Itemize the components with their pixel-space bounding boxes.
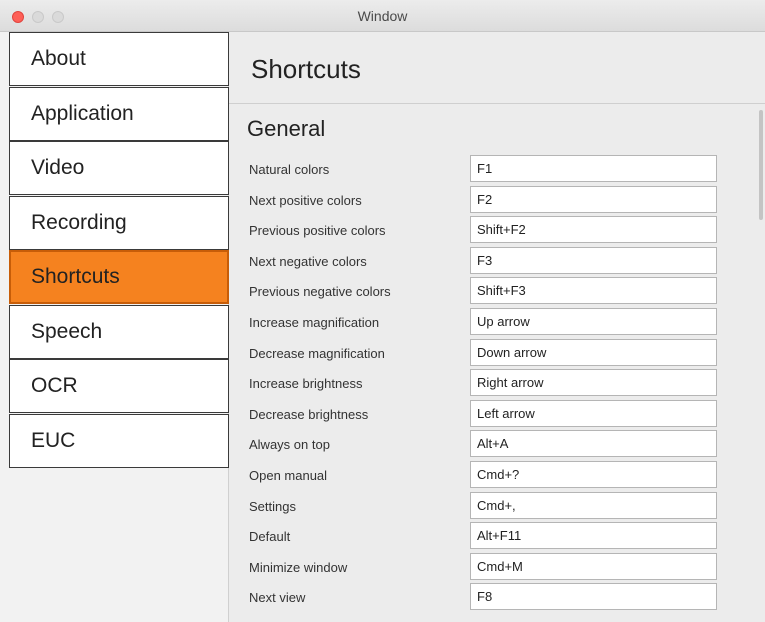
shortcut-row: Always on top (229, 430, 765, 460)
shortcut-key-field[interactable] (470, 399, 717, 427)
shortcut-key-field[interactable] (470, 277, 717, 305)
shortcut-label: Default (249, 529, 291, 545)
shortcut-label: Previous negative colors (249, 284, 391, 300)
shortcut-label: Settings (249, 498, 296, 514)
shortcut-row: Previous negative colors (229, 277, 765, 307)
shortcut-label: Natural colors (249, 162, 330, 177)
main-panel: Shortcuts General Natural colors Next pos… (229, 32, 765, 622)
shortcut-row: Default (229, 522, 765, 552)
sidebar-item-euc[interactable]: EUC (9, 413, 229, 468)
shortcut-label: Previous positive colors (249, 223, 386, 239)
shortcut-key-field[interactable] (470, 461, 717, 488)
shortcut-key-field[interactable] (470, 155, 717, 182)
sidebar-item-shortcuts[interactable]: Shortcuts (9, 250, 229, 304)
shortcut-row: Natural colors (229, 155, 765, 185)
shortcut-key-field[interactable] (470, 491, 717, 519)
page-title: Shortcuts (251, 54, 361, 84)
shortcut-label: Increase magnification (249, 315, 380, 330)
sidebar-item-video[interactable]: Video (9, 141, 229, 195)
title-bar: Window (0, 0, 765, 32)
sidebar-item-speech[interactable]: Speech (9, 304, 229, 359)
shortcut-key-field[interactable] (470, 522, 717, 550)
shortcut-row: Minimize window (229, 552, 765, 583)
shortcut-row: Next positive colors (229, 185, 765, 216)
shortcut-label: Decrease magnification (249, 345, 385, 361)
sidebar-item-application[interactable]: Application (9, 86, 229, 141)
shortcut-key-field[interactable] (470, 216, 717, 244)
page-header: Shortcuts (229, 32, 765, 104)
sidebar-item-ocr[interactable]: OCR (9, 359, 229, 413)
window-title: Window (357, 8, 408, 24)
sidebar-item-recording[interactable]: Recording (9, 195, 229, 250)
shortcut-row: Open manual (229, 461, 765, 491)
shortcut-label: Always on top (249, 437, 330, 453)
shortcut-key-field[interactable] (470, 369, 717, 397)
shortcut-label: Open manual (249, 468, 328, 483)
shortcut-label: Minimize window (249, 559, 348, 575)
shortcut-row: Settings (229, 491, 765, 522)
shortcut-row: Next negative colors (229, 246, 765, 277)
shortcut-label: Increase brightness (249, 376, 363, 392)
shortcut-row: Next view (229, 583, 765, 613)
section-title: General (247, 116, 326, 141)
shortcut-key-field[interactable] (470, 185, 717, 213)
shortcut-key-field[interactable] (470, 308, 717, 335)
shortcut-label: Next positive colors (249, 192, 362, 208)
shortcut-key-field[interactable] (470, 430, 717, 458)
shortcut-row: Increase brightness (229, 369, 765, 399)
shortcut-row: Increase magnification (229, 308, 765, 338)
sidebar: About Application Video Recording Shortcuts S… (0, 32, 229, 622)
shortcut-label: Decrease brightness (249, 406, 369, 422)
shortcut-key-field[interactable] (470, 583, 717, 611)
shortcut-row: Decrease brightness (229, 399, 765, 430)
shortcut-row: Decrease magnification (229, 338, 765, 369)
shortcut-row: Previous positive colors (229, 216, 765, 246)
shortcut-key-field[interactable] (470, 552, 717, 580)
shortcut-key-field[interactable] (470, 246, 717, 274)
shortcut-label: Next negative colors (249, 253, 367, 269)
shortcut-label: Next view (249, 590, 306, 606)
sidebar-item-about[interactable]: About (9, 32, 229, 86)
shortcut-key-field[interactable] (470, 338, 717, 366)
